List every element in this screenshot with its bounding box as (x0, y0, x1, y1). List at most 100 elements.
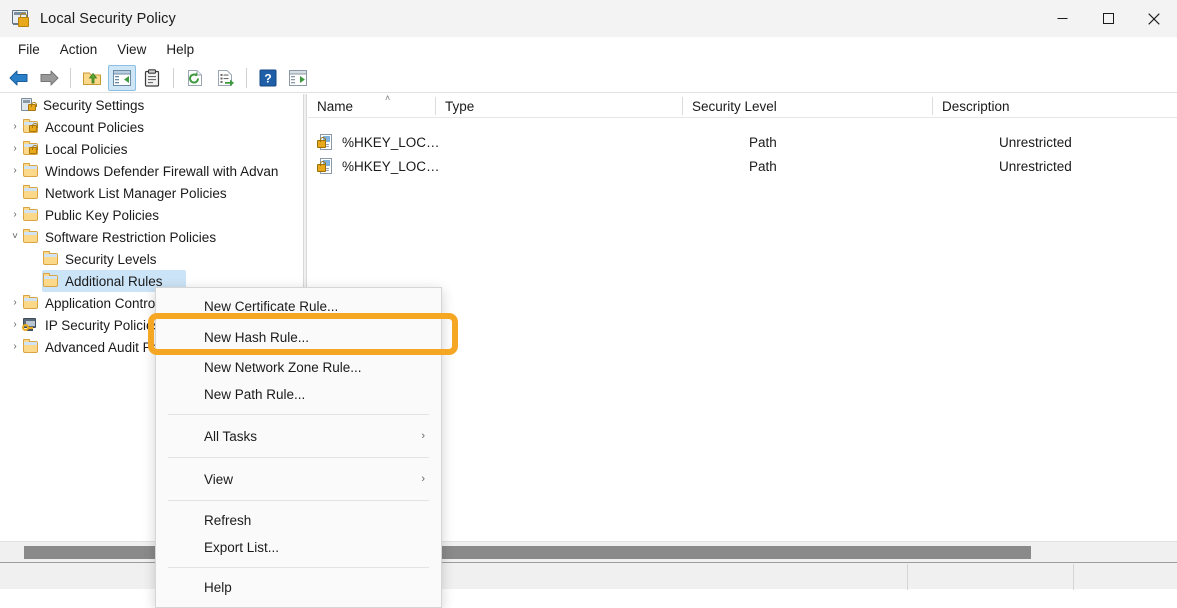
tree-item-label: Software Restriction Policies (45, 230, 216, 245)
column-header-type[interactable]: Type (436, 94, 682, 118)
column-header-description[interactable]: Description (933, 94, 1177, 118)
security-policy-icon (11, 9, 31, 29)
tree-item-public-key-policies[interactable]: › Public Key Policies (0, 204, 303, 226)
tree-item-security-levels[interactable]: Security Levels (0, 248, 303, 270)
menu-item-help[interactable]: Help (156, 574, 441, 601)
tree-item-label: Windows Defender Firewall with Advan (45, 164, 278, 179)
cell-type: Path (749, 159, 777, 174)
folder-lock-icon (22, 141, 40, 157)
folder-icon (22, 229, 40, 245)
show-action-pane-icon[interactable] (284, 65, 312, 91)
column-header-label: Security Level (692, 99, 777, 114)
properties-icon[interactable] (138, 65, 166, 91)
scrollbar-thumb-list[interactable] (440, 546, 1031, 559)
show-hide-tree-icon[interactable] (108, 65, 136, 91)
toolbar-separator (70, 68, 71, 88)
chevron-right-icon[interactable]: › (8, 122, 22, 132)
column-header-name[interactable]: Name (308, 94, 435, 118)
folder-icon (22, 295, 40, 311)
menu-item-new-network-zone-rule[interactable]: New Network Zone Rule... (156, 354, 441, 381)
tree-item-local-policies[interactable]: › Local Policies (0, 138, 303, 160)
close-button[interactable] (1131, 0, 1177, 37)
chevron-right-icon[interactable]: › (8, 210, 22, 220)
menu-item-label: Export List... (204, 540, 279, 555)
context-menu: New Certificate Rule... New Hash Rule...… (155, 287, 442, 608)
tree-item-software-restriction-policies[interactable]: ˅ Software Restriction Policies (0, 226, 303, 248)
cell-name: %HKEY_LOC… (342, 135, 468, 150)
chevron-right-icon[interactable]: › (8, 342, 22, 352)
folder-icon (22, 163, 40, 179)
forward-icon[interactable] (35, 65, 63, 91)
ip-security-icon (22, 317, 40, 333)
folder-icon (22, 207, 40, 223)
menu-item-refresh[interactable]: Refresh (156, 507, 441, 534)
column-header-label: Type (445, 99, 474, 114)
tree-item-label: Account Policies (45, 120, 144, 135)
menu-item-new-certificate-rule[interactable]: New Certificate Rule... (156, 293, 441, 320)
chevron-right-icon[interactable]: › (8, 298, 22, 308)
security-settings-icon (20, 97, 38, 113)
chevron-right-icon[interactable]: › (8, 166, 22, 176)
tree-item-label: Security Levels (65, 252, 157, 267)
folder-icon (22, 185, 40, 201)
menu-item-view[interactable]: View › (156, 464, 441, 494)
sort-ascending-icon: ˄ (385, 94, 390, 103)
toolbar: ? (0, 62, 1177, 93)
tree-item-label: Security Settings (43, 98, 144, 113)
toolbar-separator (246, 68, 247, 88)
tree-item-label: Local Policies (45, 142, 128, 157)
menu-separator (168, 457, 429, 458)
menu-item-label: Help (204, 580, 232, 595)
cell-security-level: Unrestricted (999, 135, 1072, 150)
menu-view[interactable]: View (107, 39, 156, 60)
tree-item-network-list-manager-policies[interactable]: Network List Manager Policies (0, 182, 303, 204)
menu-item-label: View (204, 472, 233, 487)
column-header-security-level[interactable]: Security Level (683, 94, 932, 118)
list-row[interactable]: %HKEY_LOC… Path Unrestricted (308, 130, 1177, 154)
column-header-label: Description (942, 99, 1010, 114)
local-security-policy-window: Local Security Policy File Action View H… (0, 0, 1177, 589)
cell-security-level: Unrestricted (999, 159, 1072, 174)
tree-item-account-policies[interactable]: › Account Policies (0, 116, 303, 138)
maximize-button[interactable] (1085, 0, 1131, 37)
menu-item-all-tasks[interactable]: All Tasks › (156, 421, 441, 451)
refresh-icon[interactable] (181, 65, 209, 91)
back-icon[interactable] (5, 65, 33, 91)
menu-item-label: New Certificate Rule... (204, 299, 338, 314)
list-row[interactable]: %HKEY_LOC… Path Unrestricted (308, 154, 1177, 178)
list-column-headers: Name ˄ Type Security Level Description (308, 94, 1177, 118)
menu-action[interactable]: Action (50, 39, 108, 60)
up-folder-icon[interactable] (78, 65, 106, 91)
status-divider (907, 564, 908, 590)
export-list-icon[interactable] (211, 65, 239, 91)
tree-item-security-settings[interactable]: Security Settings (0, 94, 303, 116)
chevron-right-icon[interactable]: › (8, 144, 22, 154)
menu-bottom-padding (156, 601, 441, 607)
status-divider (1073, 564, 1074, 590)
chevron-down-icon[interactable]: ˅ (8, 232, 22, 242)
tree-item-windows-defender-firewall[interactable]: › Windows Defender Firewall with Advan (0, 160, 303, 182)
menu-help[interactable]: Help (156, 39, 204, 60)
toolbar-bottom-border (0, 92, 1177, 93)
svg-text:?: ? (264, 71, 271, 85)
menu-item-label: New Hash Rule... (204, 330, 309, 345)
menu-item-label: New Network Zone Rule... (204, 360, 362, 375)
tree-item-label: Network List Manager Policies (45, 186, 227, 201)
folder-icon (42, 273, 60, 289)
scrollbar-thumb-tree[interactable] (24, 546, 155, 559)
window-title: Local Security Policy (40, 11, 176, 27)
menu-item-new-path-rule[interactable]: New Path Rule... (156, 381, 441, 408)
menu-separator (168, 500, 429, 501)
menu-bar: File Action View Help (0, 37, 1177, 62)
minimize-button[interactable] (1039, 0, 1085, 37)
menu-item-new-hash-rule[interactable]: New Hash Rule... (156, 320, 441, 354)
folder-icon (42, 251, 60, 267)
cell-name: %HKEY_LOC… (342, 159, 468, 174)
menu-item-label: New Path Rule... (204, 387, 305, 402)
help-icon[interactable]: ? (254, 65, 282, 91)
toolbar-separator (173, 68, 174, 88)
menu-file[interactable]: File (8, 39, 50, 60)
chevron-right-icon[interactable]: › (8, 320, 22, 330)
menu-item-export-list[interactable]: Export List... (156, 534, 441, 561)
folder-icon (22, 339, 40, 355)
